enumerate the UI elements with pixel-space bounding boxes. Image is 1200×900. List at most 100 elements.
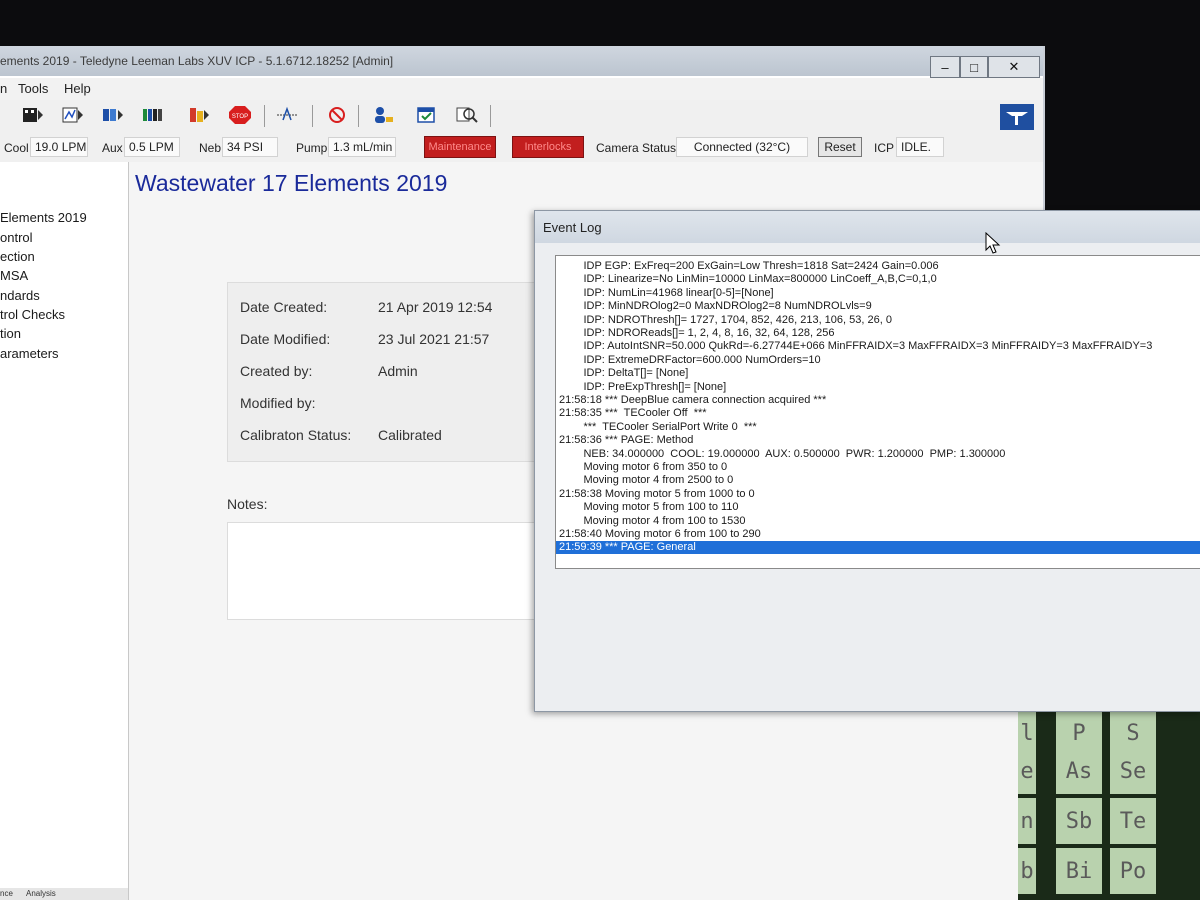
search-icon[interactable] bbox=[456, 106, 478, 124]
close-button[interactable]: ✕ bbox=[988, 56, 1040, 78]
event-log-line[interactable]: IDP: ExtremeDRFactor=600.000 NumOrders=1… bbox=[559, 354, 1199, 367]
event-log-line[interactable]: IDP: PreExpThresh[]= [None] bbox=[559, 381, 1199, 394]
event-log-title: Event Log bbox=[543, 220, 602, 235]
toolbar-separator bbox=[490, 105, 491, 127]
tab-instrument[interactable]: nce bbox=[0, 889, 13, 898]
event-log-line[interactable]: Moving motor 4 from 2500 to 0 bbox=[559, 474, 1199, 487]
element-tile[interactable]: Bi bbox=[1056, 848, 1102, 894]
tree-item-control-checks[interactable]: trol Checks bbox=[0, 307, 65, 322]
date-created-value: 21 Apr 2019 12:54 bbox=[378, 299, 493, 315]
tab-analysis[interactable]: Analysis bbox=[26, 889, 56, 898]
interlocks-button[interactable]: Interlocks bbox=[512, 136, 584, 158]
pump-value: 1.3 mL/min bbox=[328, 137, 396, 157]
element-tile[interactable]: n bbox=[1018, 798, 1036, 844]
flask-icon[interactable] bbox=[188, 106, 210, 124]
tree-item-selection[interactable]: ection bbox=[0, 249, 35, 264]
event-log-title-bar[interactable]: Event Log bbox=[535, 211, 1200, 243]
menu-item-help[interactable]: Help bbox=[64, 81, 91, 96]
element-tile[interactable]: e bbox=[1018, 748, 1036, 794]
icp-status-value: IDLE. bbox=[896, 137, 944, 157]
date-modified-value: 23 Jul 2021 21:57 bbox=[378, 331, 490, 347]
event-log-line[interactable]: 21:59:39 *** PAGE: General bbox=[556, 541, 1200, 555]
tree-item-control[interactable]: ontrol bbox=[0, 230, 33, 245]
event-log-line[interactable]: IDP: AutoIntSNR=50.000 QukRd=-6.27744E+0… bbox=[559, 340, 1199, 353]
camera-status-label: Camera Status: bbox=[596, 141, 680, 155]
event-log-line[interactable]: IDP: NumLin=41968 linear[0-5]=[None] bbox=[559, 287, 1199, 300]
chart-icon[interactable] bbox=[62, 106, 84, 124]
periodic-table: l P S e As Se n Sb Te b Bi Po bbox=[1018, 708, 1200, 900]
user-icon[interactable] bbox=[372, 106, 394, 124]
event-log-line[interactable]: 21:58:35 *** TECooler Off *** bbox=[559, 407, 1199, 420]
maintenance-button[interactable]: Maintenance bbox=[424, 136, 496, 158]
cool-value: 19.0 LPM bbox=[30, 137, 88, 157]
icp-label: ICP bbox=[874, 141, 895, 155]
element-tile[interactable]: Se bbox=[1110, 748, 1156, 794]
event-log-line[interactable]: *** TECooler SerialPort Write 0 *** bbox=[559, 421, 1199, 434]
event-log-line[interactable]: IDP: Linearize=No LinMin=10000 LinMax=80… bbox=[559, 273, 1199, 286]
element-tile[interactable]: Sb bbox=[1056, 798, 1102, 844]
element-tile[interactable]: Te bbox=[1110, 798, 1156, 844]
neb-label: Neb bbox=[199, 141, 222, 155]
event-log-line[interactable]: IDP: NDROReads[]= 1, 2, 4, 8, 16, 32, 64… bbox=[559, 327, 1199, 340]
menu-item-tools[interactable]: Tools bbox=[18, 81, 48, 96]
event-log-line[interactable]: IDP EGP: ExFreq=200 ExGain=Low Thresh=18… bbox=[559, 260, 1199, 273]
tree-item-msa[interactable]: MSA bbox=[0, 268, 28, 283]
element-tile[interactable]: b bbox=[1018, 848, 1036, 894]
toolbar-separator bbox=[264, 105, 265, 127]
event-log-line[interactable]: Moving motor 6 from 350 to 0 bbox=[559, 461, 1199, 474]
toolbar: STOP bbox=[0, 100, 1043, 135]
tree-item-calibration[interactable]: tion bbox=[0, 326, 21, 341]
maximize-button[interactable]: □ bbox=[960, 56, 988, 78]
window-title: ements 2019 - Teledyne Leeman Labs XUV I… bbox=[0, 54, 394, 68]
toolbar-separator bbox=[312, 105, 313, 127]
film-icon[interactable] bbox=[22, 106, 44, 124]
calibration-status-value: Calibrated bbox=[378, 427, 442, 443]
method-tree: Elements 2019 ontrol ection MSA ndards t… bbox=[0, 162, 129, 900]
no-icon[interactable] bbox=[326, 106, 348, 124]
toolbar-separator bbox=[358, 105, 359, 127]
created-by-value: Admin bbox=[378, 363, 418, 379]
tree-item-parameters[interactable]: arameters bbox=[0, 346, 59, 361]
neb-value: 34 PSI bbox=[222, 137, 278, 157]
event-log-line[interactable]: NEB: 34.000000 COOL: 19.000000 AUX: 0.50… bbox=[559, 448, 1199, 461]
notes-label: Notes: bbox=[227, 496, 268, 512]
date-created-label: Date Created: bbox=[240, 299, 328, 315]
minimize-button[interactable]: – bbox=[930, 56, 960, 78]
reset-button[interactable]: Reset bbox=[818, 137, 862, 157]
event-log-line[interactable]: Moving motor 4 from 100 to 1530 bbox=[559, 515, 1199, 528]
pump-label: Pump bbox=[296, 141, 328, 155]
event-log-window: Event Log IDP EGP: ExFreq=200 ExGain=Low… bbox=[534, 210, 1200, 712]
event-log-line[interactable]: IDP: DeltaT[]= [None] bbox=[559, 367, 1199, 380]
element-tile[interactable]: As bbox=[1056, 748, 1102, 794]
menu-bar: n Tools Help bbox=[0, 78, 1043, 100]
cool-label: Cool bbox=[4, 141, 29, 155]
event-log-line[interactable]: IDP: MinNDROlog2=0 MaxNDROlog2=8 NumNDRO… bbox=[559, 300, 1199, 313]
event-log-line[interactable]: 21:58:40 Moving motor 6 from 100 to 290 bbox=[559, 528, 1199, 541]
multi-run-icon[interactable] bbox=[142, 106, 164, 124]
calibration-status-label: Calibraton Status: bbox=[240, 427, 352, 443]
event-log-line[interactable]: 21:58:36 *** PAGE: Method bbox=[559, 434, 1199, 447]
event-log-line[interactable]: IDP: NDROThresh[]= 1727, 1704, 852, 426,… bbox=[559, 314, 1199, 327]
bottom-tabs: nce Analysis bbox=[0, 888, 128, 900]
tree-item-method[interactable]: Elements 2019 bbox=[0, 210, 87, 225]
modified-by-label: Modified by: bbox=[240, 395, 316, 411]
mouse-cursor-icon bbox=[985, 232, 1001, 254]
tree-item-standards[interactable]: ndards bbox=[0, 288, 40, 303]
event-log-line[interactable]: Moving motor 5 from 100 to 110 bbox=[559, 501, 1199, 514]
title-bar: ements 2019 - Teledyne Leeman Labs XUV I… bbox=[0, 46, 1043, 78]
menu-item-method[interactable]: n bbox=[0, 81, 7, 96]
page-title: Wastewater 17 Elements 2019 bbox=[135, 170, 448, 196]
date-modified-label: Date Modified: bbox=[240, 331, 331, 347]
element-tile[interactable]: Po bbox=[1110, 848, 1156, 894]
camera-status-value: Connected (32°C) bbox=[676, 137, 808, 157]
event-log-line[interactable]: 21:58:18 *** DeepBlue camera connection … bbox=[559, 394, 1199, 407]
peak-icon[interactable] bbox=[276, 106, 298, 124]
check-icon[interactable] bbox=[416, 106, 438, 124]
aux-value: 0.5 LPM bbox=[124, 137, 180, 157]
status-bar: Cool 19.0 LPM Aux 0.5 LPM Neb 34 PSI Pum… bbox=[0, 134, 1043, 163]
aux-label: Aux bbox=[102, 141, 123, 155]
event-log-list[interactable]: IDP EGP: ExFreq=200 ExGain=Low Thresh=18… bbox=[555, 255, 1200, 569]
stop-icon[interactable]: STOP bbox=[228, 106, 252, 124]
event-log-line[interactable]: 21:58:38 Moving motor 5 from 1000 to 0 bbox=[559, 488, 1199, 501]
run-icon[interactable] bbox=[102, 106, 124, 124]
